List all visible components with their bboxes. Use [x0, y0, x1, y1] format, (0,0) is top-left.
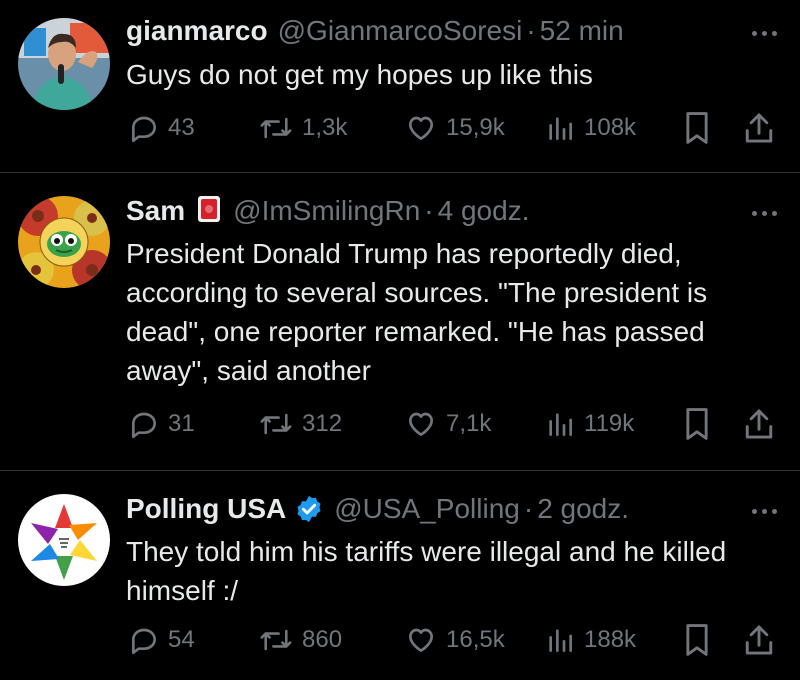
author-handle[interactable]: @GianmarcoSoresi	[278, 14, 523, 48]
red-card-emoji-icon	[195, 195, 223, 227]
reply-icon	[128, 112, 160, 144]
tweet-time[interactable]: 2 godz.	[537, 492, 629, 526]
views-button[interactable]: 119k	[544, 404, 634, 444]
repost-count: 1,3k	[302, 114, 348, 141]
author-handle[interactable]: @ImSmilingRn	[233, 194, 420, 228]
like-count: 7,1k	[446, 410, 492, 437]
tweet-time[interactable]: 4 godz.	[438, 194, 530, 228]
action-bar: 43 1,3k 15,9k 108k	[0, 108, 800, 148]
more-dot	[761, 508, 767, 514]
reply-count: 31	[168, 410, 195, 437]
tweet-header: Polling USA @USA_Polling · 2 godz.	[126, 492, 629, 526]
repost-icon	[258, 624, 294, 656]
tweet-text: Guys do not get my hopes up like this	[126, 59, 593, 90]
more-dot	[771, 508, 777, 514]
like-count: 16,5k	[446, 626, 505, 653]
views-count: 188k	[584, 626, 637, 653]
author-name[interactable]: Sam	[126, 194, 185, 228]
reply-icon	[128, 624, 160, 656]
repost-button[interactable]: 860	[258, 620, 342, 660]
reply-button[interactable]: 43	[128, 108, 195, 148]
bookmark-icon	[682, 407, 712, 441]
share-icon	[744, 407, 774, 441]
action-bar: 54 860 16,5k 188k	[0, 620, 800, 660]
like-button[interactable]: 7,1k	[404, 404, 491, 444]
tweet-time[interactable]: 52 min	[540, 14, 624, 48]
repost-button[interactable]: 312	[258, 404, 342, 444]
tweet-header: Sam @ImSmilingRn · 4 godz.	[126, 194, 529, 228]
separator-dot: ·	[424, 195, 434, 226]
author-handle[interactable]: @USA_Polling	[334, 492, 520, 526]
avatar[interactable]	[18, 494, 110, 586]
separator-dot: ·	[523, 493, 534, 524]
author-name[interactable]: Polling USA	[126, 492, 286, 526]
repost-icon	[258, 112, 294, 144]
more-options-button[interactable]	[746, 504, 782, 518]
tweet-1[interactable]: gianmarco @GianmarcoSoresi · 52 min Guys…	[0, 0, 800, 172]
views-button[interactable]: 188k	[544, 620, 636, 660]
bookmark-button[interactable]	[682, 620, 712, 660]
share-icon	[744, 623, 774, 657]
author-name[interactable]: gianmarco	[126, 14, 268, 48]
tweet-2[interactable]: Sam @ImSmilingRn · 4 godz. President Don…	[0, 172, 800, 470]
bookmark-button[interactable]	[682, 108, 712, 148]
share-button[interactable]	[744, 404, 774, 444]
views-chart-icon	[544, 112, 576, 144]
reply-count: 54	[168, 626, 195, 653]
views-count: 119k	[584, 410, 635, 437]
bookmark-icon	[682, 623, 712, 657]
like-count: 15,9k	[446, 114, 505, 141]
repost-button[interactable]: 1,3k	[258, 108, 347, 148]
more-dot	[771, 30, 777, 36]
more-dot	[751, 210, 757, 216]
heart-icon	[404, 624, 438, 656]
views-count: 108k	[584, 114, 637, 141]
avatar[interactable]	[18, 18, 110, 110]
avatar[interactable]	[18, 196, 110, 288]
more-dot	[751, 508, 757, 514]
like-button[interactable]: 16,5k	[404, 620, 505, 660]
reply-count: 43	[168, 114, 195, 141]
repost-count: 312	[302, 410, 343, 437]
verified-badge-icon	[294, 494, 324, 524]
more-options-button[interactable]	[746, 206, 782, 220]
more-dot	[771, 210, 777, 216]
tweet-header: gianmarco @GianmarcoSoresi · 52 min	[126, 14, 624, 48]
gears-frog-avatar-icon	[18, 196, 110, 288]
more-dot	[761, 30, 767, 36]
star-logo-avatar-icon	[18, 494, 110, 586]
person-photo-avatar-icon	[18, 18, 110, 110]
more-options-button[interactable]	[746, 26, 782, 40]
tweet-text: They told him his tariffs were illegal a…	[126, 536, 727, 606]
reply-button[interactable]: 31	[128, 404, 195, 444]
like-button[interactable]: 15,9k	[404, 108, 505, 148]
separator-dot: ·	[526, 15, 536, 46]
views-button[interactable]: 108k	[544, 108, 636, 148]
repost-icon	[258, 408, 294, 440]
action-bar: 31 312 7,1k 119k	[0, 404, 800, 444]
bookmark-icon	[682, 111, 712, 145]
reply-button[interactable]: 54	[128, 620, 195, 660]
heart-icon	[404, 408, 438, 440]
bookmark-button[interactable]	[682, 404, 712, 444]
more-dot	[761, 210, 767, 216]
share-icon	[744, 111, 774, 145]
tweet-3[interactable]: Polling USA @USA_Polling · 2 godz. They …	[0, 470, 800, 680]
share-button[interactable]	[744, 620, 774, 660]
more-dot	[751, 30, 757, 36]
reply-icon	[128, 408, 160, 440]
share-button[interactable]	[744, 108, 774, 148]
views-chart-icon	[544, 408, 576, 440]
repost-count: 860	[302, 626, 343, 653]
views-chart-icon	[544, 624, 576, 656]
tweet-text: President Donald Trump has reportedly di…	[126, 238, 708, 386]
heart-icon	[404, 112, 438, 144]
